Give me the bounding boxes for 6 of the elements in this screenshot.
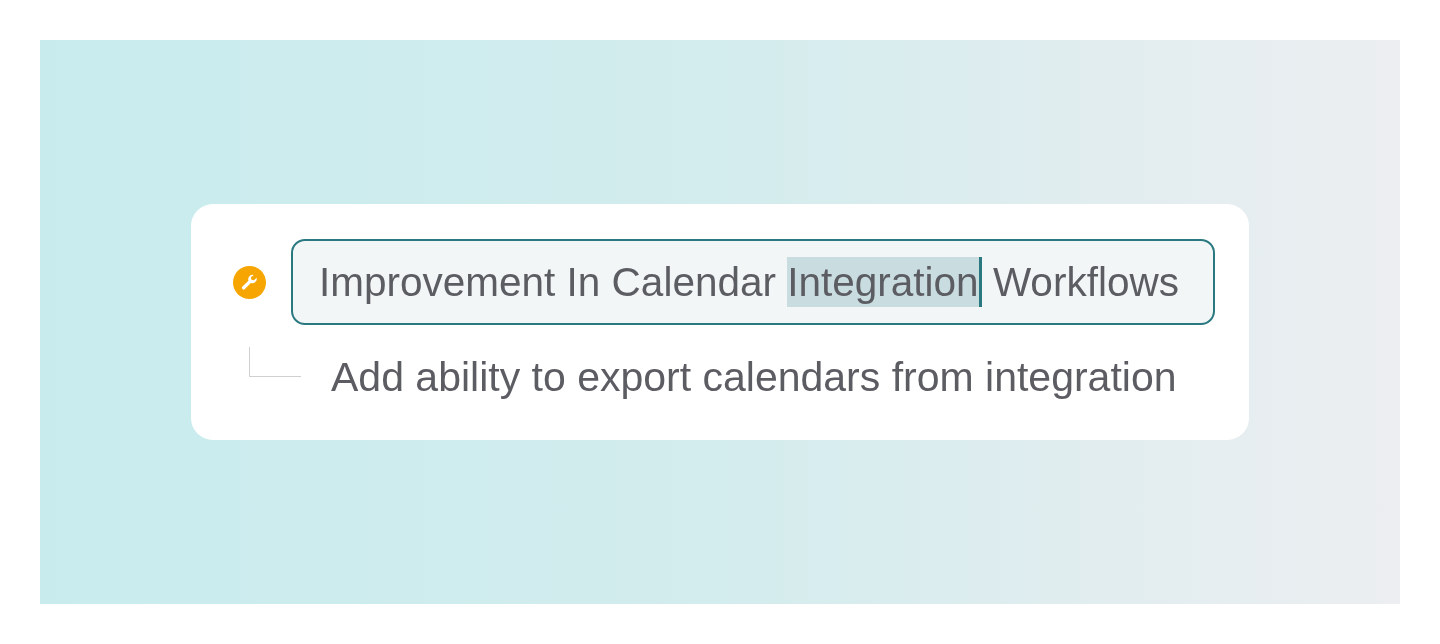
- text-caret: [978, 257, 982, 307]
- selected-text: Integration: [787, 257, 979, 307]
- wrench-icon: [233, 265, 266, 299]
- task-title-input[interactable]: Improvement In Calendar Integration Workflows: [291, 239, 1215, 325]
- tree-connector: [249, 347, 301, 377]
- subtask-title: Add ability to export calendars from integration: [331, 354, 1177, 400]
